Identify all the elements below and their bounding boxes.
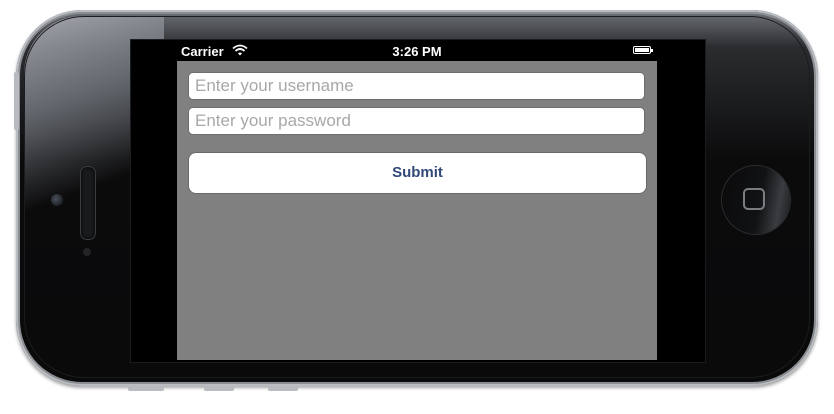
volume-up-button (204, 386, 234, 391)
mute-switch (14, 72, 19, 130)
home-square-icon (743, 188, 765, 210)
battery-icon (633, 46, 653, 54)
username-field[interactable]: Enter your username (188, 72, 645, 100)
submit-button[interactable]: Submit (188, 152, 647, 194)
login-view: Enter your username Enter your password … (177, 61, 657, 360)
status-bar: Carrier 3:26 PM (177, 41, 657, 61)
earpiece-speaker (80, 166, 96, 240)
home-button[interactable] (722, 166, 790, 234)
password-field[interactable]: Enter your password (188, 107, 645, 135)
power-button (128, 386, 164, 391)
front-camera-icon (51, 194, 63, 206)
volume-down-button (268, 386, 298, 391)
sensor-icon (83, 248, 91, 256)
status-time: 3:26 PM (392, 44, 442, 59)
